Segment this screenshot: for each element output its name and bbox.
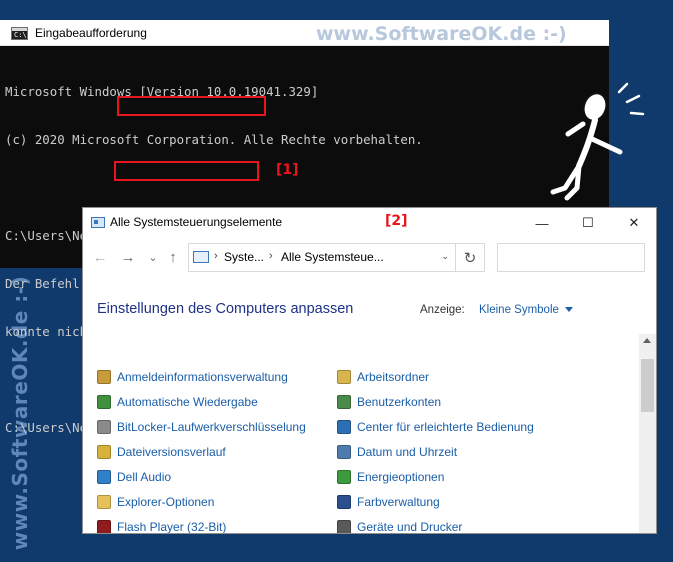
control-panel-item[interactable]: BitLocker-Laufwerkverschlüsselung (97, 416, 306, 438)
close-button[interactable]: ✕ (611, 208, 656, 238)
bitlocker-icon (97, 420, 111, 434)
credential-manager-icon (97, 370, 111, 384)
breadcrumb-separator-icon: › (269, 250, 273, 262)
vertical-scrollbar[interactable] (639, 334, 656, 533)
control-panel-item-label: Geräte und Drucker (357, 520, 463, 534)
view-label: Anzeige: (420, 304, 465, 316)
dell-audio-icon (97, 470, 111, 484)
minimize-button[interactable]: — (519, 208, 565, 238)
explorer-options-icon (97, 495, 111, 509)
work-folders-icon (337, 370, 351, 384)
control-panel-item[interactable]: Geräte und Drucker (337, 516, 463, 534)
breadcrumb-separator-icon: › (214, 250, 218, 262)
cmd-line: ​ (5, 180, 438, 196)
top-watermark: www.SoftwareOK.de :-) (316, 23, 567, 45)
scroll-thumb[interactable] (641, 359, 654, 412)
address-bar[interactable]: › Syste... › Alle Systemsteue... ⌄ (188, 243, 456, 272)
date-time-icon (337, 445, 351, 459)
recent-locations-icon[interactable]: ⌄ (142, 246, 164, 268)
control-panel-item[interactable]: Arbeitsordner (337, 366, 429, 388)
power-options-icon (337, 470, 351, 484)
view-dropdown[interactable]: Kleine Symbole (479, 304, 559, 316)
control-panel-item-label: Anmeldeinformationsverwaltung (117, 370, 288, 384)
control-panel-item-label: Farbverwaltung (357, 495, 440, 509)
control-panel-item-label: Energieoptionen (357, 470, 445, 484)
cmd-icon-text: C:\ (14, 31, 27, 39)
autoplay-icon (97, 395, 111, 409)
refresh-button[interactable]: ↻ (456, 243, 485, 272)
ease-of-access-icon (337, 420, 351, 434)
control-panel-item[interactable]: Dateiversionsverlauf (97, 441, 226, 463)
breadcrumb-system[interactable]: Syste... (224, 250, 264, 264)
highlight-box-command-1 (117, 96, 266, 116)
cp-title: Alle Systemsteuerungselemente (110, 215, 283, 229)
control-panel-item[interactable]: Dell Audio (97, 466, 171, 488)
control-panel-item[interactable]: Energieoptionen (337, 466, 444, 488)
control-panel-item-label: Explorer-Optionen (117, 495, 215, 509)
forward-arrow-icon[interactable]: → (117, 246, 139, 268)
navigation-bar: ← → ⌄ ↑ › Syste... › Alle Systemsteue...… (83, 240, 656, 272)
flash-player-icon (97, 520, 111, 533)
control-panel-item-label: Dell Audio (117, 470, 172, 484)
stick-figure-illustration (550, 82, 645, 201)
address-control-panel-icon (193, 251, 209, 263)
up-arrow-icon[interactable]: ↑ (162, 246, 184, 268)
cmd-line: (c) 2020 Microsoft Corporation. Alle Rec… (5, 132, 423, 147)
control-panel-item[interactable]: Anmeldeinformationsverwaltung (97, 366, 288, 388)
control-panel-item-label: Datum und Uhrzeit (357, 445, 458, 459)
maximize-button[interactable]: ☐ (565, 208, 611, 238)
control-panel-item-label: Flash Player (32-Bit) (117, 520, 227, 534)
back-arrow-icon[interactable]: ← (89, 246, 111, 268)
view-dropdown-arrow-icon[interactable] (565, 307, 573, 312)
control-panel-item-label: Dateiversionsverlauf (117, 445, 226, 459)
marker-1: [1] (276, 162, 299, 178)
control-panel-item[interactable]: Datum und Uhrzeit (337, 441, 457, 463)
color-management-icon (337, 495, 351, 509)
cmd-icon: C:\ (11, 27, 28, 40)
control-panel-item[interactable]: Center für erleichterte Bedienung (337, 416, 534, 438)
cmd-title: Eingabeaufforderung (35, 26, 147, 40)
control-panel-item-label: BitLocker-Laufwerkverschlüsselung (117, 420, 306, 434)
address-dropdown-icon[interactable]: ⌄ (441, 251, 449, 262)
marker-2: [2] (385, 213, 408, 229)
control-panel-item[interactable]: Explorer-Optionen (97, 491, 214, 513)
control-panel-window[interactable]: Alle Systemsteuerungselemente [2] — ☐ ✕ … (82, 207, 657, 534)
page-title: Einstellungen des Computers anpassen (97, 301, 354, 317)
control-panel-item[interactable]: Automatische Wiedergabe (97, 391, 258, 413)
cp-titlebar[interactable]: Alle Systemsteuerungselemente [2] — ☐ ✕ (83, 208, 656, 238)
control-panel-item-label: Arbeitsordner (357, 370, 430, 384)
control-panel-item[interactable]: Benutzerkonten (337, 391, 441, 413)
scroll-up-arrow-icon[interactable] (643, 338, 651, 343)
control-panel-item-label: Automatische Wiedergabe (117, 395, 258, 409)
devices-printers-icon (337, 520, 351, 533)
control-panel-item[interactable]: Flash Player (32-Bit) (97, 516, 227, 534)
breadcrumb-all-items[interactable]: Alle Systemsteue... (281, 250, 384, 264)
control-panel-item-label: Benutzerkonten (357, 395, 442, 409)
highlight-box-command-2 (114, 161, 259, 181)
control-panel-item[interactable]: Farbverwaltung (337, 491, 440, 513)
user-accounts-icon (337, 395, 351, 409)
search-input[interactable] (497, 243, 645, 272)
control-panel-icon (91, 217, 105, 228)
file-history-icon (97, 445, 111, 459)
control-panel-item-label: Center für erleichterte Bedienung (357, 420, 534, 434)
cmd-titlebar[interactable]: C:\ Eingabeaufforderung www.SoftwareOK.d… (0, 20, 609, 46)
